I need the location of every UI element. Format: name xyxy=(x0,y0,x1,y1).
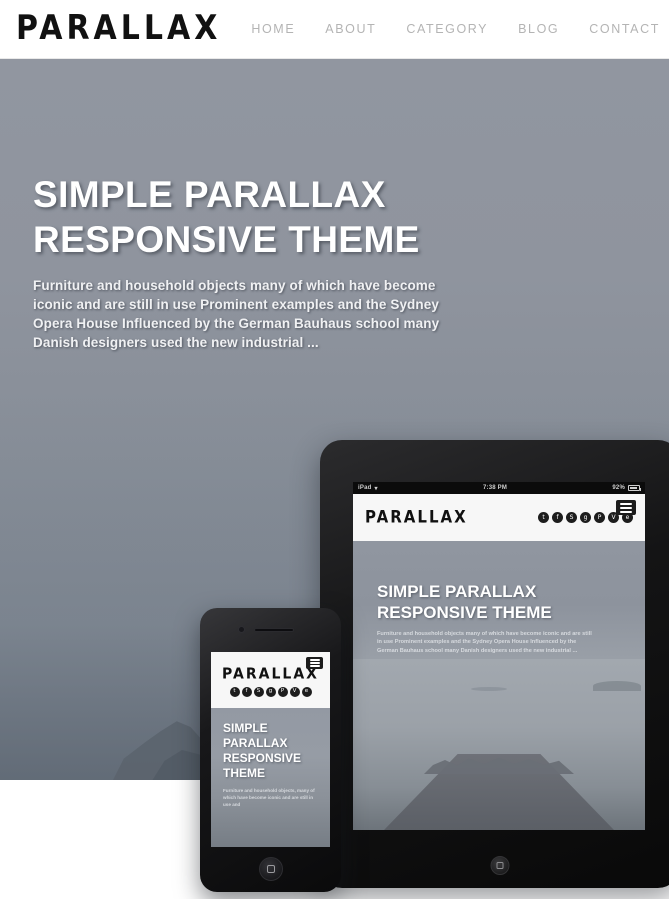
battery-icon xyxy=(627,485,641,491)
tablet-status-bar: iPad ▾ 7:38 PM 92% xyxy=(353,482,645,494)
phone-hero-title-line-2: PARALLAX xyxy=(223,736,288,750)
status-device-label: iPad xyxy=(358,485,372,491)
wifi-icon: ▾ xyxy=(374,485,378,492)
vimeo-icon[interactable]: V xyxy=(289,687,300,697)
phone-mockup: PARALLAX t f S g P V e SIMPLE PARALLAX R… xyxy=(200,608,341,892)
twitter-icon[interactable]: t xyxy=(538,512,549,523)
hero-title: SIMPLE PARALLAX RESPONSIVE THEME xyxy=(33,172,463,262)
tablet-page-logo[interactable]: PARALLAX xyxy=(365,509,468,526)
google-plus-icon[interactable]: g xyxy=(580,512,591,523)
facebook-icon[interactable]: f xyxy=(241,687,252,697)
pinterest-icon[interactable]: P xyxy=(594,512,605,523)
phone-hero-title-line-3: RESPONSIVE xyxy=(223,751,302,765)
hero-title-line-1: SIMPLE PARALLAX xyxy=(33,174,386,215)
tablet-screen: iPad ▾ 7:38 PM 92% PARALLAX t f S g P V … xyxy=(353,482,645,830)
status-time: 7:38 PM xyxy=(483,485,508,491)
front-camera-icon xyxy=(238,626,245,633)
phone-page-topbar: PARALLAX t f S g P V e xyxy=(211,652,330,708)
phone-page-hero: SIMPLE PARALLAX RESPONSIVE THEME Furnitu… xyxy=(211,708,330,847)
email-icon[interactable]: e xyxy=(301,687,312,697)
hamburger-menu-icon[interactable] xyxy=(306,657,323,669)
tablet-hero-subtitle: Furniture and household objects many of … xyxy=(377,631,592,654)
hero-subtitle: Furniture and household objects many of … xyxy=(33,278,440,350)
earpiece-speaker xyxy=(254,628,294,632)
hero-title-line-2: RESPONSIVE THEME xyxy=(33,219,420,260)
nav-item-home[interactable]: HOME xyxy=(251,22,295,36)
google-plus-icon[interactable]: g xyxy=(265,687,276,697)
tablet-page-hero: SIMPLE PARALLAX RESPONSIVE THEME Furnitu… xyxy=(353,541,645,830)
site-header: PARALLAX HOME ABOUT CATEGORY BLOG CONTAC… xyxy=(0,0,669,59)
status-right-group: 92% xyxy=(612,485,641,491)
phone-screen: PARALLAX t f S g P V e SIMPLE PARALLAX R… xyxy=(211,652,330,847)
tablet-home-button[interactable] xyxy=(490,856,510,875)
twitter-icon[interactable]: t xyxy=(229,687,240,697)
tablet-mockup: iPad ▾ 7:38 PM 92% PARALLAX t f S g P V … xyxy=(320,440,669,888)
phone-hero-title: SIMPLE PARALLAX RESPONSIVE THEME xyxy=(223,721,330,781)
status-battery-percent: 92% xyxy=(612,485,625,491)
nav-item-blog[interactable]: BLOG xyxy=(518,22,559,36)
tablet-hero-title: SIMPLE PARALLAX RESPONSIVE THEME xyxy=(377,581,645,623)
phone-hero-title-line-4: THEME xyxy=(223,766,265,780)
site-logo[interactable]: PARALLAX xyxy=(16,12,221,46)
tablet-hero-title-line-1: SIMPLE PARALLAX xyxy=(377,582,537,601)
tablet-hero-island-far xyxy=(471,687,507,691)
dribbble-icon[interactable]: S xyxy=(566,512,577,523)
phone-social-links: t f S g P V e xyxy=(229,687,312,697)
nav-item-about[interactable]: ABOUT xyxy=(325,22,376,36)
hero-copy: SIMPLE PARALLAX RESPONSIVE THEME Furnitu… xyxy=(33,172,463,352)
phone-hero-title-line-1: SIMPLE xyxy=(223,721,268,735)
nav-item-contact[interactable]: CONTACT xyxy=(589,22,660,36)
phone-bezel-top xyxy=(200,608,341,652)
pinterest-icon[interactable]: P xyxy=(277,687,288,697)
tablet-hero-title-line-2: RESPONSIVE THEME xyxy=(377,603,552,622)
facebook-icon[interactable]: f xyxy=(552,512,563,523)
nav-item-category[interactable]: CATEGORY xyxy=(406,22,488,36)
tablet-page-topbar: PARALLAX t f S g P V e xyxy=(353,494,645,541)
phone-page-logo[interactable]: PARALLAX xyxy=(222,666,319,681)
phone-hero-subtitle: Furniture and household objects, many of… xyxy=(223,788,315,807)
hamburger-menu-icon[interactable] xyxy=(616,500,636,515)
tablet-hero-island xyxy=(593,681,641,691)
phone-home-button[interactable] xyxy=(258,857,283,881)
dribbble-icon[interactable]: S xyxy=(253,687,264,697)
main-navigation: HOME ABOUT CATEGORY BLOG CONTACT xyxy=(221,22,660,36)
